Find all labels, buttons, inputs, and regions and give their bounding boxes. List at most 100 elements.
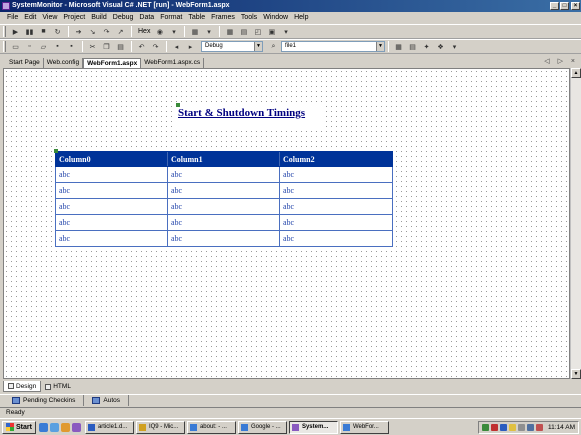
maximize-button[interactable]: □ — [560, 2, 569, 10]
layout-icon[interactable]: ▤ — [237, 26, 250, 37]
task-google[interactable]: Google - ... — [237, 420, 287, 434]
scroll-down-icon[interactable]: ▼ — [571, 369, 581, 379]
tab-web-config[interactable]: Web.config — [44, 58, 84, 68]
table-icon[interactable]: ▦ — [188, 26, 201, 37]
grid-cell: abc — [168, 231, 280, 246]
frame-icon[interactable]: ▣ — [265, 26, 278, 37]
dropdown-arrow-icon[interactable]: ▾ — [202, 26, 215, 37]
tab-design[interactable]: Design — [3, 381, 42, 392]
find-combo[interactable]: file1 ▼ — [281, 41, 385, 52]
scroll-up-icon[interactable]: ▲ — [571, 68, 581, 78]
tab-autos[interactable]: Autos — [84, 395, 130, 406]
menu-edit[interactable]: Edit — [21, 12, 39, 24]
hex-button[interactable]: Hex — [138, 28, 150, 35]
open-folder-icon[interactable]: ▱ — [37, 41, 50, 52]
stop-icon[interactable]: ■ — [37, 26, 50, 37]
selection-handle[interactable] — [176, 103, 180, 107]
tab-webform1-aspx[interactable]: WebForm1.aspx — [83, 58, 142, 68]
menu-window[interactable]: Window — [260, 12, 291, 24]
dropdown-arrow-icon[interactable]: ▾ — [279, 26, 292, 37]
menu-format[interactable]: Format — [157, 12, 185, 24]
menu-frames[interactable]: Frames — [208, 12, 238, 24]
undo-icon[interactable]: ↶ — [135, 41, 148, 52]
shield-icon[interactable] — [536, 424, 544, 431]
messenger-icon[interactable] — [500, 424, 508, 431]
toolbar-grip[interactable] — [3, 26, 6, 37]
tab-webform1-aspx-cs[interactable]: WebForm1.aspx.cs — [141, 58, 205, 68]
restart-icon[interactable]: ↻ — [51, 26, 64, 37]
menu-data[interactable]: Data — [136, 12, 157, 24]
cut-icon[interactable]: ✂ — [86, 41, 99, 52]
task-systemmonitor[interactable]: System... — [288, 420, 338, 434]
menu-help[interactable]: Help — [291, 12, 311, 24]
toolbar-grip[interactable] — [3, 41, 6, 52]
dropdown-arrow-icon[interactable]: ▾ — [448, 41, 461, 52]
antivirus-icon[interactable] — [491, 424, 499, 431]
toolbox-icon[interactable]: ✦ — [420, 41, 433, 52]
task-about[interactable]: about: - ... — [186, 420, 236, 434]
window-title-bar[interactable]: SystemMonitor - Microsoft Visual C# .NET… — [0, 0, 581, 12]
navigate-back-icon[interactable]: ◂ — [170, 41, 183, 52]
desktop-quicklaunch-icon[interactable] — [49, 422, 59, 432]
task-article1[interactable]: article1.d... — [84, 420, 134, 434]
show-next-statement-icon[interactable]: ➔ — [72, 26, 85, 37]
volume-icon[interactable] — [509, 424, 517, 431]
find-in-files-icon[interactable]: ⌕ — [267, 41, 280, 52]
close-button[interactable]: × — [571, 2, 580, 10]
snap-to-grid-icon[interactable]: ◰ — [251, 26, 264, 37]
save-all-icon[interactable]: ▪ — [65, 41, 78, 52]
grid-icon[interactable]: ▦ — [223, 26, 236, 37]
menu-debug[interactable]: Debug — [110, 12, 137, 24]
chevron-down-icon[interactable]: ▼ — [254, 42, 262, 51]
menu-tools[interactable]: Tools — [238, 12, 260, 24]
menu-view[interactable]: View — [39, 12, 60, 24]
save-icon[interactable]: ▪ — [51, 41, 64, 52]
task-webform[interactable]: WebFor... — [339, 420, 389, 434]
clock[interactable]: 11:14 AM — [548, 424, 575, 431]
new-project-icon[interactable]: ▭ — [9, 41, 22, 52]
menu-table[interactable]: Table — [185, 12, 208, 24]
menu-project[interactable]: Project — [60, 12, 88, 24]
design-surface[interactable]: Start & Shutdown Timings Column0 Column1… — [3, 68, 570, 379]
task-iq9[interactable]: IQ9 - Mic... — [135, 420, 185, 434]
minimize-button[interactable]: _ — [550, 2, 559, 10]
html-view-icon — [45, 383, 52, 390]
vertical-scrollbar[interactable]: ▲ ▼ — [570, 68, 581, 379]
step-out-icon[interactable]: ↗ — [114, 26, 127, 37]
monitor-icon[interactable] — [527, 424, 535, 431]
breakpoints-icon[interactable]: ◉ — [153, 26, 166, 37]
printer-icon[interactable] — [518, 424, 526, 431]
tab-html[interactable]: HTML — [41, 381, 75, 392]
tab-navigation[interactable]: ◁ ▷ × — [544, 57, 578, 65]
network-icon[interactable] — [482, 424, 490, 431]
copy-icon[interactable]: ❐ — [100, 41, 113, 52]
properties-icon[interactable]: ▤ — [406, 41, 419, 52]
menu-build[interactable]: Build — [88, 12, 110, 24]
class-view-icon[interactable]: ❖ — [434, 41, 447, 52]
step-over-icon[interactable]: ↷ — [100, 26, 113, 37]
outlook-quicklaunch-icon[interactable] — [60, 422, 70, 432]
menu-file[interactable]: File — [4, 12, 21, 24]
start-debug-icon[interactable]: ▸ — [184, 41, 197, 52]
ie-quicklaunch-icon[interactable] — [38, 422, 48, 432]
solution-configuration-select[interactable]: Debug ▼ — [201, 41, 263, 52]
grid-header-cell: Column2 — [283, 155, 315, 164]
page-heading-label[interactable]: Start & Shutdown Timings — [176, 103, 323, 131]
tab-start-page[interactable]: Start Page — [6, 58, 44, 68]
step-into-icon[interactable]: ↘ — [86, 26, 99, 37]
start-button[interactable]: Start — [2, 420, 36, 434]
app-quicklaunch-icon[interactable] — [71, 422, 81, 432]
solution-explorer-icon[interactable]: ▦ — [392, 41, 405, 52]
tab-pending-checkins[interactable]: Pending Checkins — [4, 395, 85, 406]
chevron-down-icon[interactable]: ▼ — [376, 42, 384, 51]
table-row: abc abc abc — [55, 199, 393, 215]
paste-icon[interactable]: ▤ — [114, 41, 127, 52]
datagrid[interactable]: Column0 Column1 Column2 abc abc abc abc … — [54, 149, 393, 247]
redo-icon[interactable]: ↷ — [149, 41, 162, 52]
continue-icon[interactable]: ▶ — [9, 26, 22, 37]
add-item-icon[interactable]: ▫ — [23, 41, 36, 52]
break-all-icon[interactable]: ▮▮ — [23, 26, 36, 37]
app-icon[interactable] — [2, 2, 10, 10]
dropdown-arrow-icon[interactable]: ▾ — [167, 26, 180, 37]
selection-handle[interactable] — [54, 149, 58, 153]
